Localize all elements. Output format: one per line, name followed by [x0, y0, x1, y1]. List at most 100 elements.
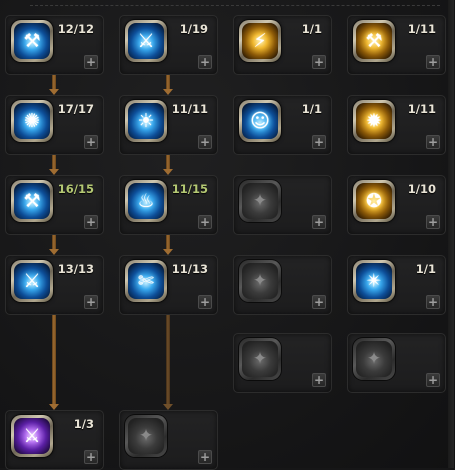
skill-slot-r2c2[interactable]: ☀ 11/11 +: [119, 95, 218, 155]
skill-level-count: 1/1: [415, 262, 436, 276]
flame-pillar-icon: ♨: [137, 190, 155, 212]
skill-icon-background: ⚡: [242, 23, 278, 59]
skill-slot-r5c3[interactable]: ✦ +: [233, 333, 332, 393]
skill-slot-r1c4[interactable]: ⚒ 1/11 +: [347, 15, 446, 75]
slash-strike-icon: ✄: [138, 270, 154, 292]
add-skill-point-button[interactable]: +: [312, 215, 326, 229]
add-skill-point-button[interactable]: +: [198, 215, 212, 229]
skill-slot-r1c1[interactable]: ⚒ 12/12 +: [5, 15, 104, 75]
add-skill-point-button[interactable]: +: [312, 295, 326, 309]
skill-connector-line: [166, 233, 170, 249]
skill-icon-frame[interactable]: ✪: [353, 180, 395, 222]
add-skill-point-button[interactable]: +: [198, 295, 212, 309]
add-skill-point-button[interactable]: +: [426, 55, 440, 69]
shouting-face-icon: ✹: [366, 110, 382, 132]
add-skill-point-button[interactable]: +: [84, 215, 98, 229]
skill-slot-r2c4[interactable]: ✹ 1/11 +: [347, 95, 446, 155]
locked-skill-icon: ✦: [252, 191, 268, 211]
locked-skill-icon: ✦: [252, 271, 268, 291]
add-skill-point-button[interactable]: +: [84, 55, 98, 69]
add-skill-point-button[interactable]: +: [198, 55, 212, 69]
skill-slot-r4c4[interactable]: ✴ 1/1 +: [347, 255, 446, 315]
winged-axe-icon: ⚔: [23, 270, 41, 292]
axe-icon: ⚔: [137, 30, 155, 52]
skill-icon-background: ✦: [242, 341, 278, 377]
whirlwind-icon: ✺: [24, 110, 40, 132]
skill-icon-frame[interactable]: ⚔: [125, 20, 167, 62]
skill-connector-line: [166, 313, 170, 404]
skill-level-count: 11/15: [171, 182, 208, 196]
skill-icon-frame[interactable]: ✹: [353, 100, 395, 142]
add-skill-point-button[interactable]: +: [312, 55, 326, 69]
add-skill-point-button[interactable]: +: [312, 373, 326, 387]
add-skill-point-button[interactable]: +: [198, 450, 212, 464]
skill-level-count: 1/11: [407, 102, 436, 116]
skill-icon-background: ✦: [242, 183, 278, 219]
hammer-strike-icon: ⚒: [365, 30, 383, 52]
top-divider: [30, 5, 440, 6]
skill-icon-frame[interactable]: ⚔: [11, 260, 53, 302]
skill-slot-r6c1[interactable]: ⚔ 1/3 +: [5, 410, 104, 470]
skill-slot-r3c1[interactable]: ⚒ 16/15 +: [5, 175, 104, 235]
skill-slot-r2c3[interactable]: ☺ 1/1 +: [233, 95, 332, 155]
add-skill-point-button[interactable]: +: [84, 135, 98, 149]
skill-icon-background: ☺: [242, 103, 278, 139]
locked-skill-icon: ✦: [366, 349, 382, 369]
skill-icon-frame[interactable]: ✄: [125, 260, 167, 302]
add-skill-point-button[interactable]: +: [312, 135, 326, 149]
skill-icon-background: ⚒: [14, 23, 50, 59]
skill-slot-r6c2[interactable]: ✦ +: [119, 410, 218, 470]
skill-icon-frame[interactable]: ⚒: [11, 20, 53, 62]
skill-slot-r4c3[interactable]: ✦ +: [233, 255, 332, 315]
skill-connector-line: [166, 153, 170, 169]
skill-icon-frame[interactable]: ✦: [239, 338, 281, 380]
skill-icon-frame[interactable]: ✺: [11, 100, 53, 142]
skill-icon-frame[interactable]: ✦: [125, 415, 167, 457]
skill-icon-frame[interactable]: ☀: [125, 100, 167, 142]
skill-icon-background: ⚔: [14, 263, 50, 299]
skill-slot-r4c1[interactable]: ⚔ 13/13 +: [5, 255, 104, 315]
add-skill-point-button[interactable]: +: [84, 450, 98, 464]
golden-swirl-icon: ✪: [366, 190, 382, 212]
lightning-crown-icon: ⚡: [253, 30, 267, 52]
skill-icon-frame[interactable]: ✦: [353, 338, 395, 380]
skill-icon-frame[interactable]: ⚔: [11, 415, 53, 457]
skill-slot-r3c4[interactable]: ✪ 1/10 +: [347, 175, 446, 235]
skill-level-count: 1/19: [179, 22, 208, 36]
skill-level-count: 1/10: [407, 182, 436, 196]
skill-icon-background: ⚒: [356, 23, 392, 59]
add-skill-point-button[interactable]: +: [426, 135, 440, 149]
skill-slot-r3c3[interactable]: ✦ +: [233, 175, 332, 235]
skill-slot-r5c4[interactable]: ✦ +: [347, 333, 446, 393]
skill-level-count: 16/15: [57, 182, 94, 196]
skill-icon-frame[interactable]: ⚒: [353, 20, 395, 62]
add-skill-point-button[interactable]: +: [84, 295, 98, 309]
skill-icon-background: ☀: [128, 103, 164, 139]
skill-level-count: 1/3: [73, 417, 94, 431]
bell-shield-icon: ☀: [137, 110, 155, 132]
skill-icon-background: ✹: [356, 103, 392, 139]
skill-slot-r1c2[interactable]: ⚔ 1/19 +: [119, 15, 218, 75]
skill-icon-frame[interactable]: ⚡: [239, 20, 281, 62]
skill-level-count: 12/12: [57, 22, 94, 36]
skill-slot-r4c2[interactable]: ✄ 11/13 +: [119, 255, 218, 315]
skill-icon-background: ⚔: [14, 418, 50, 454]
skill-icon-background: ✪: [356, 183, 392, 219]
skill-icon-frame[interactable]: ♨: [125, 180, 167, 222]
skill-icon-frame[interactable]: ✴: [353, 260, 395, 302]
skill-slot-r2c1[interactable]: ✺ 17/17 +: [5, 95, 104, 155]
skill-level-count: 1/11: [407, 22, 436, 36]
add-skill-point-button[interactable]: +: [426, 215, 440, 229]
skill-slot-r1c3[interactable]: ⚡ 1/1 +: [233, 15, 332, 75]
skill-level-count: 11/11: [171, 102, 208, 116]
skill-icon-frame[interactable]: ⚒: [11, 180, 53, 222]
skill-icon-frame[interactable]: ✦: [239, 180, 281, 222]
skill-icon-frame[interactable]: ✦: [239, 260, 281, 302]
skill-icon-background: ✺: [14, 103, 50, 139]
skill-icon-frame[interactable]: ☺: [239, 100, 281, 142]
add-skill-point-button[interactable]: +: [198, 135, 212, 149]
add-skill-point-button[interactable]: +: [426, 295, 440, 309]
skill-connector-line: [52, 233, 56, 249]
add-skill-point-button[interactable]: +: [426, 373, 440, 387]
skill-slot-r3c2[interactable]: ♨ 11/15 +: [119, 175, 218, 235]
